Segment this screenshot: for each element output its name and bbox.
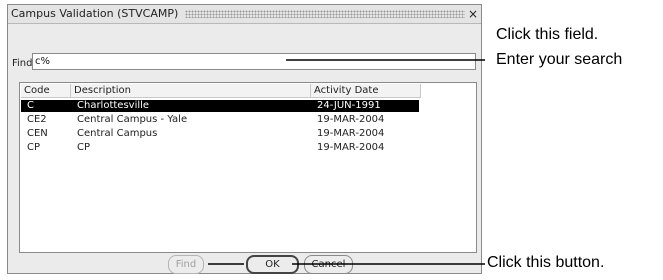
annotation-click-field: Click this field. xyxy=(496,26,599,43)
annotation-enter-search: Enter your search xyxy=(496,51,623,68)
annotation-click-button: Click this button. xyxy=(487,254,605,271)
